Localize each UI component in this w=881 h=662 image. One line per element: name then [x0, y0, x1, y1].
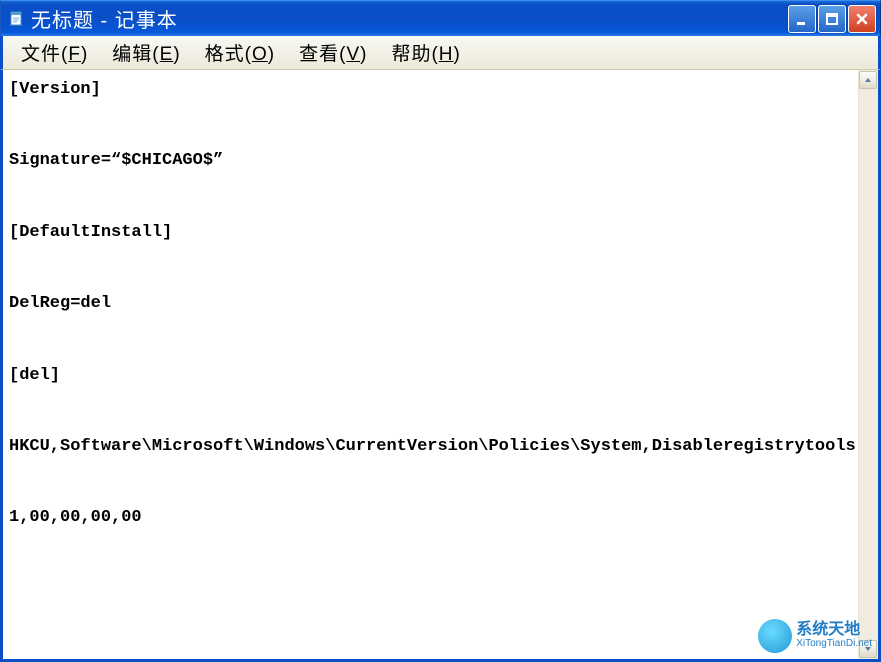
menu-help[interactable]: 帮助(H)	[379, 36, 472, 69]
vertical-scrollbar[interactable]	[858, 70, 878, 659]
watermark-name-en: XiTongTianDi.net	[796, 639, 872, 650]
window-title: 无标题 - 记事本	[31, 4, 788, 33]
maximize-button[interactable]	[818, 5, 846, 33]
watermark: 系统天地 XiTongTianDi.net	[758, 619, 872, 653]
menu-file[interactable]: 文件(F)	[9, 36, 100, 69]
menu-format[interactable]: 格式(O)	[193, 36, 287, 69]
notepad-icon	[9, 11, 25, 27]
watermark-name-cn: 系统天地	[796, 622, 872, 639]
minimize-button[interactable]	[788, 5, 816, 33]
menubar: 文件(F) 编辑(E) 格式(O) 查看(V) 帮助(H)	[0, 36, 881, 70]
window-controls	[788, 5, 876, 33]
menu-edit[interactable]: 编辑(E)	[100, 36, 192, 69]
text-editor[interactable]	[3, 70, 858, 659]
scroll-up-icon[interactable]	[859, 71, 877, 89]
menu-view[interactable]: 查看(V)	[287, 36, 379, 69]
watermark-logo-icon	[758, 619, 792, 653]
titlebar[interactable]: 无标题 - 记事本	[0, 0, 881, 36]
close-button[interactable]	[848, 5, 876, 33]
client-area: 系统天地 XiTongTianDi.net	[0, 70, 881, 662]
